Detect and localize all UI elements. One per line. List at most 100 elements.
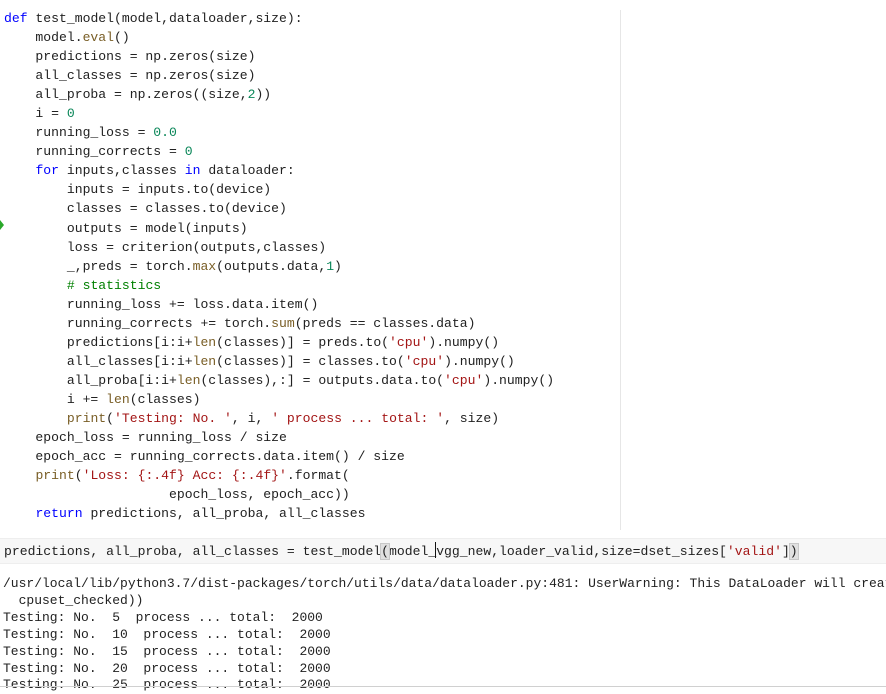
code-token: ): [334, 258, 342, 274]
code-token: 'Loss: {:.4f} Acc: {:.4f}': [82, 468, 287, 484]
code-line: i = 0: [4, 104, 554, 123]
code-token: 'cpu': [444, 372, 484, 388]
matching-paren-close: ): [788, 543, 799, 560]
code-line: all_classes[i:i+len(classes)] = classes.…: [4, 352, 554, 371]
code-token: running_loss =: [4, 125, 154, 141]
code-line: # statistics: [4, 276, 554, 295]
output-line: Testing: No. 20 process ... total: 2000: [3, 660, 331, 676]
code-token: ).numpy(): [483, 372, 555, 388]
code-line: all_proba[i:i+len(classes),:] = outputs.…: [4, 371, 554, 390]
code-token: all_classes = np.zeros(size): [4, 68, 256, 84]
code-token: epoch_acc = running_corrects.data.item()…: [4, 449, 405, 465]
code-token: epoch_loss = running_loss / size: [4, 430, 287, 446]
code-token: ' process ... total: ': [271, 410, 445, 426]
code-token: (: [106, 410, 115, 426]
code-token: inputs = inputs.to(device): [4, 182, 272, 198]
code-token: , i,: [231, 410, 272, 426]
output-line: Testing: No. 15 process ... total: 2000: [3, 643, 331, 659]
code-token: (: [74, 468, 83, 484]
code-line: for inputs,classes in dataloader:: [4, 161, 554, 180]
code-token: 0: [184, 144, 193, 160]
code-editor-call[interactable]: predictions, all_proba, all_classes = te…: [4, 542, 799, 561]
code-token: outputs = model(inputs): [4, 220, 248, 236]
code-line: predictions = np.zeros(size): [4, 47, 554, 66]
cell-output: /usr/local/lib/python3.7/dist-packages/t…: [3, 576, 886, 694]
code-token: sum: [271, 315, 295, 331]
code-line: i += len(classes): [4, 390, 554, 409]
code-token: 'Testing: No. ': [114, 410, 232, 426]
code-token: 0: [66, 106, 75, 122]
code-token: (outputs.data,: [216, 258, 327, 274]
code-line: predictions[i:i+len(classes)] = preds.to…: [4, 333, 554, 352]
code-token: (classes)] = preds.to(: [216, 334, 390, 350]
code-line: epoch_loss, epoch_acc)): [4, 485, 554, 504]
call-prefix: predictions, all_proba, all_classes = te…: [4, 544, 382, 559]
code-token: (classes),:] = outputs.data.to(: [200, 372, 445, 388]
code-token: , size): [444, 410, 500, 426]
code-token: .format(: [286, 468, 350, 484]
code-line: print('Testing: No. ', i, ' process ... …: [4, 409, 554, 428]
code-cell-call[interactable]: predictions, all_proba, all_classes = te…: [0, 538, 886, 564]
code-token: max: [192, 258, 217, 274]
code-line: def test_model(model,dataloader,size):: [4, 9, 554, 28]
ruler-line: [620, 10, 621, 530]
code-line: loss = criterion(outputs,classes): [4, 238, 554, 257]
code-line: _,preds = torch.max(outputs.data,1): [4, 257, 554, 276]
code-cell-test-model[interactable]: def test_model(model,dataloader,size): m…: [0, 0, 886, 534]
code-line: model.eval(): [4, 28, 554, 47]
code-token: print: [66, 410, 107, 426]
code-token: test_model(model,dataloader,size):: [27, 11, 303, 26]
code-token: running_corrects += torch.: [4, 315, 272, 331]
code-token: len: [106, 391, 130, 407]
code-token: 0.0: [153, 125, 177, 141]
code-token: eval: [82, 30, 115, 46]
code-token: running_corrects =: [4, 144, 185, 160]
code-token: for: [35, 163, 60, 179]
code-token: (classes): [129, 391, 201, 407]
matching-paren-open: (: [380, 543, 391, 560]
code-token: (preds == classes.data): [294, 315, 476, 331]
code-token: 'cpu': [389, 334, 429, 350]
code-token: len: [192, 353, 217, 369]
code-token: predictions = np.zeros(size): [4, 49, 256, 65]
call-arg-part1: model_: [389, 544, 437, 559]
code-token: (classes)] = classes.to(: [216, 353, 405, 369]
code-line: outputs = model(inputs): [4, 219, 554, 238]
code-token: def: [4, 11, 28, 26]
code-line: print('Loss: {:.4f} Acc: {:.4f}'.format(: [4, 466, 554, 485]
code-editor[interactable]: def test_model(model,dataloader,size): m…: [4, 9, 554, 523]
code-token: print: [35, 468, 75, 484]
code-token: len: [176, 372, 201, 388]
code-token: ).numpy(): [428, 334, 500, 350]
output-line: Testing: No. 10 process ... total: 2000: [3, 626, 331, 642]
code-token: return: [35, 506, 83, 522]
output-line: cpuset_checked)): [3, 592, 144, 608]
code-token: running_loss += loss.data.item(): [4, 296, 319, 312]
code-line: epoch_loss = running_loss / size: [4, 428, 554, 447]
code-line: classes = classes.to(device): [4, 199, 554, 218]
call-arg-string: 'valid': [726, 544, 782, 559]
call-arg-part2: vgg_new,loader_valid,size=dset_sizes[: [436, 544, 727, 559]
code-line: running_corrects = 0: [4, 142, 554, 161]
code-token: inputs,classes: [59, 163, 185, 179]
code-token: dataloader:: [200, 163, 295, 179]
code-token: (): [114, 30, 130, 46]
code-token: all_proba[i:i+: [4, 372, 177, 388]
code-token: i +=: [4, 391, 107, 407]
code-token: 'cpu': [404, 353, 445, 369]
code-line: all_proba = np.zeros((size,2)): [4, 85, 554, 104]
code-token: i =: [4, 106, 67, 122]
code-token: ).numpy(): [444, 353, 515, 369]
output-line: /usr/local/lib/python3.7/dist-packages/t…: [3, 576, 886, 591]
code-line: return predictions, all_proba, all_class…: [4, 504, 554, 523]
code-token: loss = criterion(outputs,classes): [4, 239, 327, 255]
code-token: len: [192, 334, 217, 350]
code-line: running_corrects += torch.sum(preds == c…: [4, 314, 554, 333]
code-token: predictions[i:i+: [4, 334, 193, 350]
output-line: Testing: No. 5 process ... total: 2000: [3, 609, 323, 625]
code-line: running_loss = 0.0: [4, 123, 554, 142]
